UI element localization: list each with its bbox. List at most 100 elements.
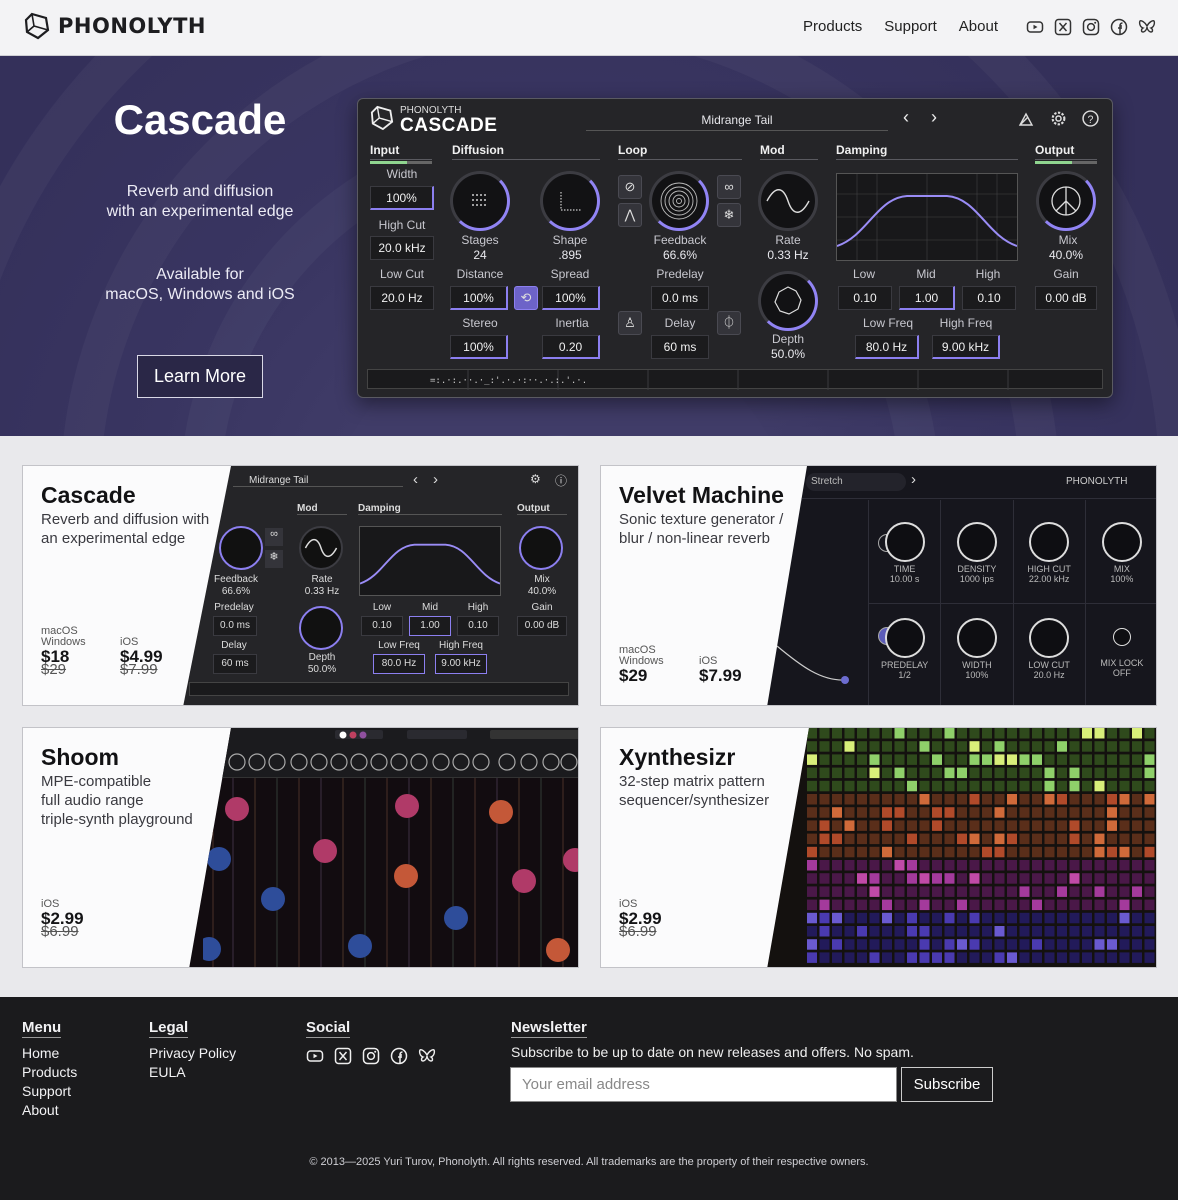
svg-text:?: ? (1088, 114, 1094, 126)
predelay-field[interactable]: 0.0 ms (651, 286, 709, 310)
link-toggle-icon[interactable]: ⟲ (514, 286, 538, 310)
high-field[interactable]: 0.10 (962, 286, 1016, 310)
footer-link-about[interactable]: About (22, 1101, 77, 1120)
youtube-icon[interactable] (306, 1047, 324, 1065)
stereo-field[interactable]: 100% (450, 335, 508, 359)
matrix-cell (1044, 952, 1055, 963)
nav-support[interactable]: Support (884, 18, 937, 35)
vm-knob-cell: MIX LOCK OFF (1086, 604, 1156, 706)
matrix-cell (932, 926, 942, 937)
matrix-cell (1044, 820, 1055, 831)
stages-knob[interactable] (450, 171, 510, 231)
matrix-cell (1132, 860, 1142, 871)
help-icon[interactable]: ? (1082, 110, 1099, 127)
matrix-cell (1044, 728, 1055, 739)
matrix-cell (894, 939, 905, 950)
width-field[interactable]: 100% (370, 186, 434, 210)
depth-knob[interactable] (758, 271, 818, 331)
youtube-icon[interactable] (1026, 18, 1044, 36)
lowcut-field[interactable]: 20.0 Hz (370, 286, 434, 310)
infinite-icon[interactable]: ∞ (717, 175, 741, 199)
gear-icon[interactable] (1050, 110, 1067, 127)
matrix-cell (869, 767, 880, 779)
loop-slash-icon[interactable]: ⊘ (618, 175, 642, 199)
matrix-cell (832, 846, 842, 858)
product-card-shoom[interactable]: Shoom MPE-compatible full audio range tr… (22, 727, 579, 968)
matrix-cell (1057, 780, 1067, 792)
matrix-cell (944, 899, 955, 911)
low-field[interactable]: 0.10 (838, 286, 892, 310)
facebook-icon[interactable] (390, 1047, 408, 1065)
matrix-cell (982, 833, 992, 845)
instagram-icon[interactable] (1082, 18, 1100, 36)
vm-knob-value: 20.0 Hz (1033, 669, 1065, 680)
bluesky-icon[interactable] (418, 1047, 436, 1065)
loop-shape-icon[interactable]: ⋀ (618, 203, 642, 227)
x-icon[interactable] (1054, 18, 1072, 36)
footer-link-privacy[interactable]: Privacy Policy (149, 1044, 236, 1063)
brand-logo[interactable]: PHONOLYTH (24, 12, 206, 40)
x-icon[interactable] (334, 1047, 352, 1065)
prev-preset-icon[interactable]: ‹ (903, 107, 909, 128)
matrix-cell (1032, 912, 1042, 924)
matrix-cell (1094, 767, 1105, 779)
feedback-knob[interactable] (649, 171, 709, 231)
input-level-slider[interactable] (370, 161, 432, 164)
mid-field[interactable]: 1.00 (899, 286, 955, 310)
instagram-icon[interactable] (362, 1047, 380, 1065)
preset-selector[interactable]: Midrange Tail (586, 109, 888, 131)
matrix-cell (1007, 833, 1017, 845)
nav-products[interactable]: Products (803, 18, 862, 35)
compare-icon[interactable] (1018, 111, 1034, 127)
card-depth-value: 50.0% (307, 664, 337, 675)
low-label: Low (852, 267, 875, 281)
vm-top-bar (801, 498, 1156, 499)
price-original: $29 (41, 661, 67, 678)
inertia-field[interactable]: 0.20 (542, 335, 600, 359)
footer-link-eula[interactable]: EULA (149, 1063, 236, 1082)
matrix-cell (1032, 728, 1042, 739)
metronome-icon[interactable]: ♙ (618, 311, 642, 335)
matrix-cell (1057, 860, 1067, 871)
footer-link-products[interactable]: Products (22, 1063, 77, 1082)
rate-knob[interactable] (758, 171, 818, 231)
next-preset-icon[interactable]: › (931, 107, 937, 128)
footer-link-home[interactable]: Home (22, 1044, 77, 1063)
bluesky-icon[interactable] (1138, 18, 1156, 36)
distance-field[interactable]: 100% (450, 286, 508, 310)
gain-field[interactable]: 0.00 dB (1035, 286, 1097, 310)
card-feedback-knob (219, 526, 263, 570)
price-current: $7.99 (699, 666, 742, 685)
email-input[interactable] (510, 1067, 897, 1102)
nav-about[interactable]: About (959, 18, 998, 35)
footer-link-support[interactable]: Support (22, 1082, 77, 1101)
freeze-icon[interactable]: ❄ (717, 203, 741, 227)
output-level-slider[interactable] (1035, 161, 1097, 164)
matrix-cell (1132, 780, 1142, 792)
matrix-cell (907, 767, 917, 779)
matrix-cell (919, 886, 930, 897)
mix-knob[interactable] (1036, 171, 1096, 231)
highcut-field[interactable]: 20.0 kHz (370, 236, 434, 260)
subscribe-button[interactable]: Subscribe (901, 1067, 993, 1102)
matrix-cell (1119, 820, 1130, 831)
shape-knob[interactable] (540, 171, 600, 231)
highfreq-field[interactable]: 9.00 kHz (932, 335, 1000, 359)
matrix-cell (1082, 794, 1092, 805)
damping-curve-display[interactable] (836, 173, 1018, 261)
vm-knob-cell: LOW CUT 20.0 Hz (1014, 603, 1086, 705)
product-card-velvet-machine[interactable]: Stretch › PHONOLYTH ♪ TIME10.00 s DENSIT… (600, 465, 1157, 706)
matrix-cell (1044, 939, 1055, 950)
cascade-plugin-screenshot: PHONOLYTH CASCADE Midrange Tail ‹ › ? In… (357, 98, 1113, 398)
matrix-cell (907, 899, 917, 911)
sync-toggle-icon[interactable]: ⏀ (717, 311, 741, 335)
lowfreq-field[interactable]: 80.0 Hz (855, 335, 919, 359)
product-card-xynthesizr[interactable]: Xynthesizr 32-step matrix pattern sequen… (600, 727, 1157, 968)
spread-field[interactable]: 100% (542, 286, 600, 310)
delay-field[interactable]: 60 ms (651, 335, 709, 359)
matrix-cell (944, 912, 955, 924)
learn-more-button[interactable]: Learn More (137, 355, 263, 398)
facebook-icon[interactable] (1110, 18, 1128, 36)
product-card-cascade[interactable]: Midrange Tail ‹ › ⚙ ⓘ Mod Damping Output… (22, 465, 579, 706)
matrix-cell (907, 939, 917, 950)
